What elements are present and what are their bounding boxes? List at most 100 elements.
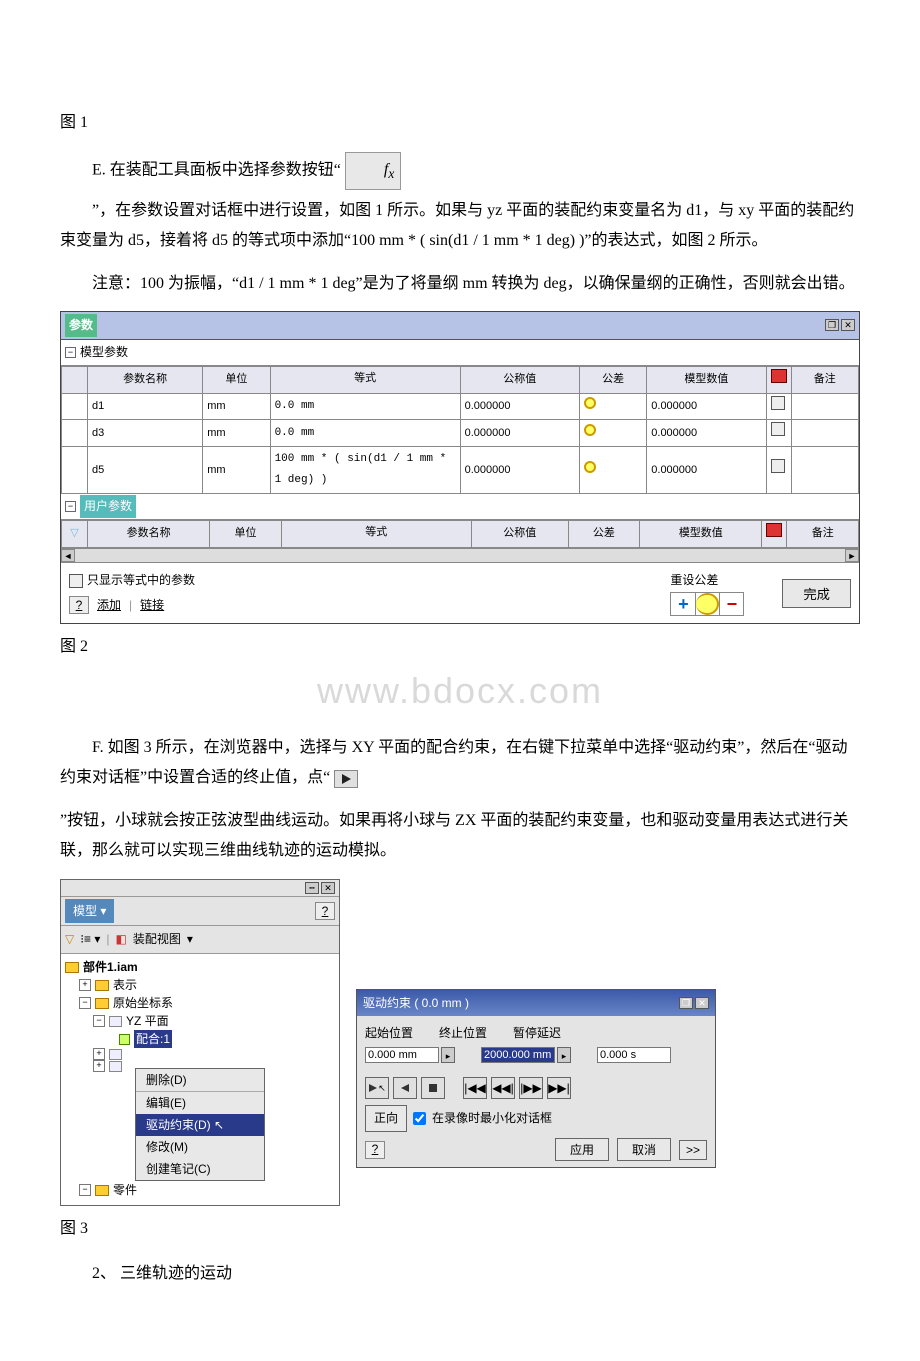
tolerance-circle-icon[interactable] [695, 593, 719, 615]
cursor-icon: ↖ [378, 1080, 386, 1097]
cell-tol[interactable] [579, 393, 646, 420]
link-button[interactable]: 链接 [140, 594, 164, 617]
context-menu[interactable]: 删除(D) 编辑(E) 驱动约束(D) ↖ 修改(M) 创建笔记(C) [135, 1068, 265, 1181]
apply-button[interactable]: 应用 [555, 1138, 609, 1161]
cell-unit: mm [203, 447, 270, 494]
tree-node-part[interactable]: 零件 [113, 1181, 137, 1199]
step-fwd-button[interactable]: |▶▶ [519, 1077, 543, 1099]
help-icon[interactable]: ? [69, 596, 89, 614]
drive-constraint-dialog: 驱动约束 ( 0.0 mm ) ❐ ✕ 起始位置 终止位置 暂停延迟 ▸ ▸ ↖… [356, 989, 716, 1168]
spin-icon[interactable]: ▸ [441, 1047, 455, 1063]
tree-node-repr[interactable]: 表示 [113, 976, 137, 994]
param-dialog-title: 参数 [65, 314, 97, 337]
filter-icon[interactable]: ▽ [65, 928, 74, 951]
figure-3-label: 图 3 [60, 1214, 860, 1244]
more-button[interactable]: >> [679, 1140, 707, 1160]
col-tol: 公差 [579, 366, 646, 393]
paragraph-e-text-prefix: E. 在装配工具面板中选择参数按钮“ [92, 162, 341, 179]
drive-dialog-title: 驱动约束 ( 0.0 mm ) [363, 992, 677, 1015]
chevron-down-icon[interactable]: ▾ [187, 928, 193, 951]
paragraph-f: F. 如图 3 所示，在浏览器中，选择与 XY 平面的配合约束，在右键下拉菜单中… [60, 733, 860, 794]
flag-icon[interactable] [771, 369, 787, 383]
table-row[interactable]: d3 mm 0.0 mm 0.000000 0.000000 [62, 420, 859, 447]
cell-eq[interactable]: 100 mm * ( sin(d1 / 1 mm * 1 deg) ) [270, 447, 460, 494]
forward-end-button[interactable]: ▶▶| [547, 1077, 571, 1099]
flag-icon[interactable] [766, 523, 782, 537]
help-icon[interactable]: ? [315, 902, 335, 920]
horizontal-scrollbar[interactable]: ◄ ► [61, 548, 859, 562]
table-row[interactable]: d1 mm 0.0 mm 0.000000 0.000000 [62, 393, 859, 420]
paragraph-f-text-prefix: F. 如图 3 所示，在浏览器中，选择与 XY 平面的配合约束，在右键下拉菜单中… [60, 739, 847, 786]
model-dropdown[interactable]: 模型 ▾ [65, 899, 114, 924]
minimize-checkbox[interactable] [413, 1112, 426, 1125]
collapse-icon[interactable]: − [79, 1184, 91, 1196]
spin-icon[interactable]: ▸ [557, 1047, 571, 1063]
folder-icon [95, 980, 109, 991]
menu-modify[interactable]: 修改(M) [136, 1136, 264, 1158]
rewind-start-button[interactable]: |◀◀ [463, 1077, 487, 1099]
menu-drive-constraint[interactable]: 驱动约束(D) ↖ [136, 1114, 264, 1136]
step-back-button[interactable]: ◀◀| [491, 1077, 515, 1099]
undock-icon[interactable]: ┅ [305, 882, 319, 894]
done-button[interactable]: 完成 [782, 579, 851, 608]
delay-input[interactable] [597, 1047, 671, 1063]
mate-icon [119, 1034, 130, 1045]
plus-icon[interactable]: + [671, 593, 695, 615]
asm-view-dropdown[interactable]: 装配视图 [133, 928, 181, 951]
expand-icon[interactable]: + [79, 979, 91, 991]
help-icon[interactable]: ? [365, 1141, 385, 1159]
user-param-table: ▽ 参数名称 单位 等式 公称值 公差 模型数值 备注 [61, 520, 859, 548]
tree-icon[interactable]: ⁝≡ ▾ [80, 928, 100, 951]
collapse-icon[interactable]: − [93, 1015, 105, 1027]
table-row[interactable]: d5 mm 100 mm * ( sin(d1 / 1 mm * 1 deg) … [62, 447, 859, 494]
close-icon[interactable]: ✕ [695, 997, 709, 1009]
checkbox-icon[interactable] [771, 422, 785, 436]
direction-button[interactable]: 正向 [365, 1105, 407, 1132]
cancel-button[interactable]: 取消 [617, 1138, 671, 1161]
asm-view-icon[interactable]: ◧ [116, 928, 127, 951]
end-input[interactable] [481, 1047, 555, 1063]
restore-icon[interactable]: ❐ [679, 997, 693, 1009]
paragraph-e-continue: ”，在参数设置对话框中进行设置，如图 1 所示。如果与 yz 平面的装配约束变量… [60, 196, 860, 257]
minus-icon[interactable]: − [719, 593, 743, 615]
scroll-left-icon[interactable]: ◄ [61, 549, 75, 562]
tree-node-yz[interactable]: YZ 平面 [126, 1012, 169, 1030]
menu-delete[interactable]: 删除(D) [136, 1069, 264, 1091]
stop-button[interactable] [421, 1077, 445, 1099]
expand-icon[interactable]: + [93, 1048, 105, 1060]
reset-tol-buttons[interactable]: + − [670, 592, 744, 616]
restore-icon[interactable]: ❐ [825, 319, 839, 331]
close-icon[interactable]: ✕ [841, 319, 855, 331]
col-eq: 等式 [281, 520, 471, 547]
model-tree[interactable]: 部件1.iam +表示 −原始坐标系 −YZ 平面 配合:1 + + 删除(D)… [61, 954, 339, 1205]
col-name: 参数名称 [88, 366, 203, 393]
cell-tol[interactable] [579, 447, 646, 494]
checkbox-icon[interactable] [771, 396, 785, 410]
play-button[interactable]: ↖ [365, 1077, 389, 1099]
tree-root[interactable]: 部件1.iam [83, 958, 138, 976]
checkbox-icon[interactable] [771, 459, 785, 473]
cell-tol[interactable] [579, 420, 646, 447]
scroll-right-icon[interactable]: ► [845, 549, 859, 562]
start-input[interactable] [365, 1047, 439, 1063]
reverse-button[interactable] [393, 1077, 417, 1099]
tree-node-origin[interactable]: 原始坐标系 [113, 994, 173, 1012]
close-icon[interactable]: ✕ [321, 882, 335, 894]
collapse-toggle-icon[interactable]: − [65, 501, 76, 512]
col-nominal: 公称值 [471, 520, 568, 547]
menu-edit[interactable]: 编辑(E) [136, 1092, 264, 1114]
collapse-toggle-icon[interactable]: − [65, 347, 76, 358]
figure-1-label: 图 1 [60, 108, 860, 138]
cell-eq[interactable]: 0.0 mm [270, 393, 460, 420]
cell-eq[interactable]: 0.0 mm [270, 420, 460, 447]
menu-create-note[interactable]: 创建笔记(C) [136, 1158, 264, 1180]
model-params-group: 模型参数 [80, 341, 128, 364]
collapse-icon[interactable]: − [79, 997, 91, 1009]
expand-icon[interactable]: + [93, 1060, 105, 1072]
add-button[interactable]: 添加 [97, 594, 121, 617]
col-nominal: 公称值 [460, 366, 579, 393]
show-eq-checkbox[interactable] [69, 574, 83, 588]
cell-unit: mm [203, 420, 270, 447]
tree-node-mate-selected[interactable]: 配合:1 [134, 1030, 172, 1048]
folder-icon [95, 1185, 109, 1196]
